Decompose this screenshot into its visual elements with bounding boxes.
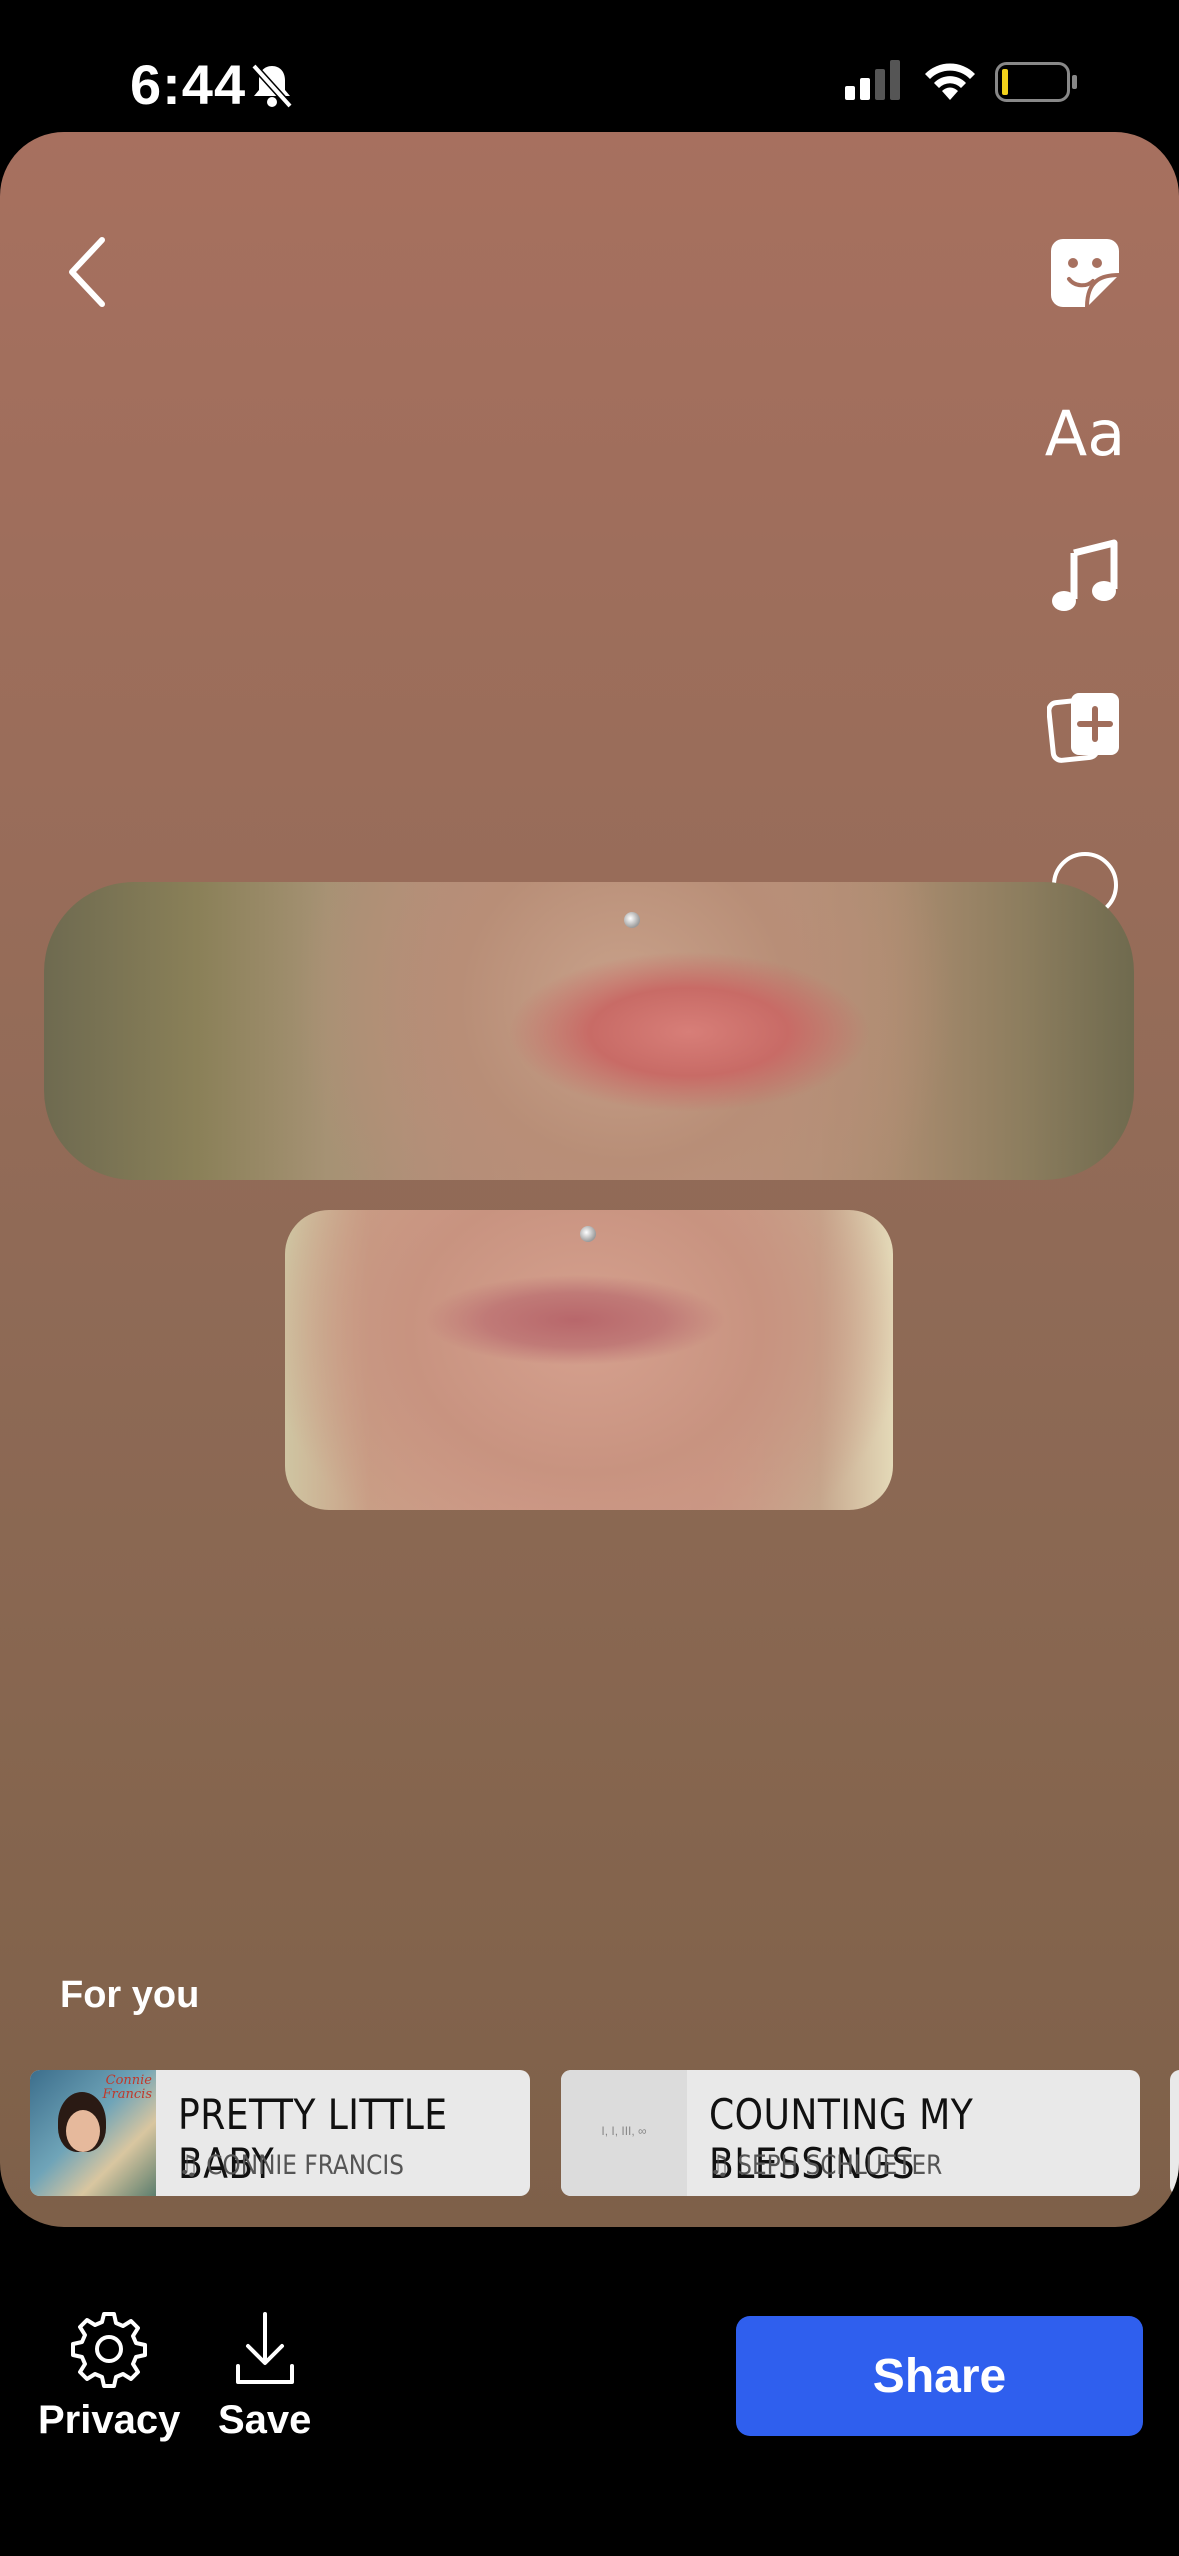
- status-bar: 6:44: [0, 0, 1179, 130]
- cellular-signal-icon: [845, 60, 901, 105]
- story-canvas[interactable]: Aa For you Connie Francis PRETTY LITTLE …: [0, 132, 1179, 2227]
- text-tool-label: Aa: [1044, 396, 1126, 470]
- save-label: Save: [218, 2398, 312, 2442]
- photo-sticker-1[interactable]: [44, 882, 1134, 1180]
- download-icon: [235, 2312, 294, 2384]
- for-you-heading: For you: [60, 1974, 200, 2016]
- photo-sticker-2[interactable]: [285, 1210, 893, 1510]
- privacy-button[interactable]: Privacy: [38, 2310, 180, 2443]
- chevron-left-icon: [69, 237, 105, 307]
- lip-piercing: [580, 1226, 596, 1242]
- text-tool-button[interactable]: Aa: [1040, 388, 1130, 478]
- album-art: Connie Francis: [30, 2070, 156, 2196]
- music-suggestion-card[interactable]: Connie Francis PRETTY LITTLE BABY ♫ CONN…: [30, 2070, 530, 2196]
- music-icon: [1052, 539, 1118, 611]
- silent-bell-icon: [250, 62, 294, 113]
- track-artist: ♫ SEPH SCHLUETER: [709, 2150, 943, 2181]
- save-button[interactable]: Save: [218, 2310, 311, 2443]
- wifi-icon: [920, 58, 980, 107]
- album-art: I, I, III, ∞: [561, 2070, 687, 2196]
- gear-icon: [71, 2312, 148, 2388]
- music-button[interactable]: [1040, 532, 1130, 622]
- lip-piercing: [624, 912, 640, 928]
- status-time: 6:44: [130, 53, 247, 116]
- add-card-button[interactable]: [1040, 682, 1130, 772]
- add-card-icon: [1047, 693, 1119, 763]
- sticker-button[interactable]: [1040, 228, 1130, 318]
- battery-icon: [995, 62, 1079, 107]
- music-suggestion-card-partial[interactable]: [1170, 2070, 1179, 2196]
- sticker-icon: [1051, 239, 1120, 308]
- share-button[interactable]: Share: [736, 2316, 1143, 2436]
- privacy-label: Privacy: [38, 2398, 181, 2442]
- music-suggestion-card[interactable]: I, I, III, ∞ COUNTING MY BLESSINGS ♫ SEP…: [561, 2070, 1140, 2196]
- back-button[interactable]: [60, 232, 124, 312]
- track-artist: ♫ CONNIE FRANCIS: [178, 2150, 404, 2181]
